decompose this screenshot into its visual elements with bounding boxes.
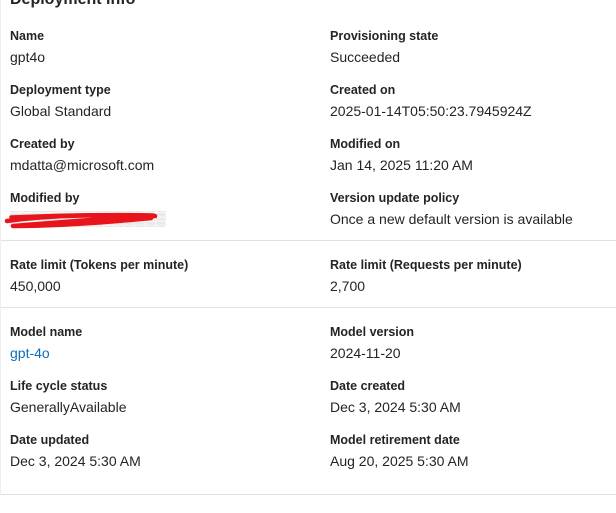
field-value: Jan 14, 2025 11:20 AM <box>330 157 473 173</box>
section-title: Deployment info <box>10 0 135 9</box>
field-date-created: Date created Dec 3, 2024 5:30 AM <box>330 378 610 416</box>
model-name-link[interactable]: gpt-4o <box>10 344 290 362</box>
field-model-retirement-date: Model retirement date Aug 20, 2025 5:30 … <box>330 432 610 470</box>
field-deployment-type: Deployment type Global Standard <box>10 82 290 120</box>
field-rate-limit-requests: Rate limit (Requests per minute) 2,700 <box>330 257 610 295</box>
field-value: Succeeded <box>330 49 401 65</box>
deployment-info-panel: Deployment info Name gpt4o Provisioning … <box>0 0 616 495</box>
field-value: 2,700 <box>330 278 366 294</box>
field-label: Date created <box>330 379 406 393</box>
redaction-scribble <box>4 212 158 229</box>
field-date-updated: Date updated Dec 3, 2024 5:30 AM <box>10 432 290 470</box>
field-label: Created on <box>330 83 396 97</box>
field-name: Name gpt4o <box>10 28 290 66</box>
field-label: Model retirement date <box>330 433 460 447</box>
field-rate-limit-tokens: Rate limit (Tokens per minute) 450,000 <box>10 257 290 295</box>
field-value: Once a new default version is available <box>330 211 573 227</box>
field-value: GenerallyAvailable <box>10 399 127 415</box>
field-label: Life cycle status <box>10 379 108 393</box>
field-label: Modified on <box>330 137 401 151</box>
field-label: Deployment type <box>10 83 111 97</box>
field-value: 2025-01-14T05:50:23.7945924Z <box>330 103 532 119</box>
field-modified-on: Modified on Jan 14, 2025 11:20 AM <box>330 136 610 174</box>
field-value: Aug 20, 2025 5:30 AM <box>330 453 469 469</box>
field-life-cycle-status: Life cycle status GenerallyAvailable <box>10 378 290 416</box>
field-label: Rate limit (Tokens per minute) <box>10 258 189 272</box>
field-model-name: Model name gpt-4o <box>10 324 290 362</box>
field-label: Model name <box>10 325 83 339</box>
field-value: Dec 3, 2024 5:30 AM <box>330 399 461 415</box>
field-value: 2024-11-20 <box>330 345 401 361</box>
field-created-on: Created on 2025-01-14T05:50:23.7945924Z <box>330 82 610 120</box>
field-label: Rate limit (Requests per minute) <box>330 258 522 272</box>
field-label: Model version <box>330 325 415 339</box>
field-value: Global Standard <box>10 103 112 119</box>
divider <box>1 240 616 241</box>
field-version-update-policy: Version update policy Once a new default… <box>330 190 610 228</box>
field-label: Version update policy <box>330 191 460 205</box>
field-provisioning-state: Provisioning state Succeeded <box>330 28 610 66</box>
field-value: 450,000 <box>10 278 61 294</box>
field-label: Created by <box>10 137 75 151</box>
divider <box>1 307 616 308</box>
field-value: Dec 3, 2024 5:30 AM <box>10 453 141 469</box>
field-model-version: Model version 2024-11-20 <box>330 324 610 362</box>
field-label: Provisioning state <box>330 29 439 43</box>
field-value: gpt4o <box>10 49 46 65</box>
field-label: Name <box>10 29 45 43</box>
field-value: mdatta@microsoft.com <box>10 157 155 173</box>
field-created-by: Created by mdatta@microsoft.com <box>10 136 290 174</box>
field-label: Date updated <box>10 433 90 447</box>
